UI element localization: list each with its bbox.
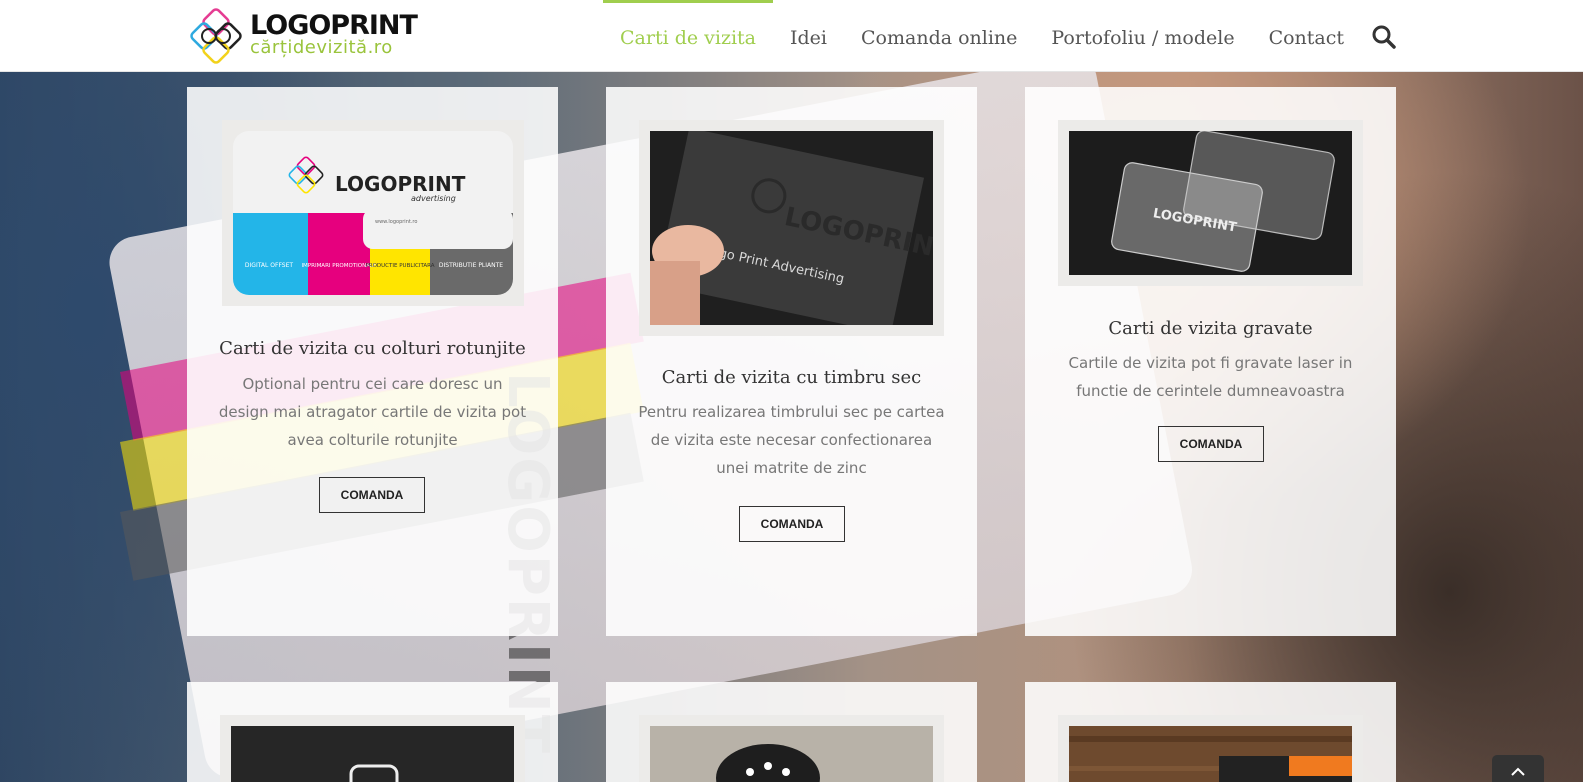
dry-stamp-card-image: LOGOPRINT Logo Print Advertising [650,131,933,325]
rounded-card-image: LOGOPRINT advertising www.logoprint.ro D… [233,131,513,295]
card1-image-segment-1: DIGITAL OFFSET [245,262,293,269]
service-card-dry-stamp: LOGOPRINT Logo Print Advertising Carti d… [606,87,977,636]
card-description: Cartile de vizita pot fi gravate laser i… [1068,354,1353,400]
nav-item-portofoliu[interactable]: Portofoliu / modele [1034,0,1251,72]
card1-image-segment-4: DISTRIBUTIE PLIANTE [439,262,503,269]
logo-subtitle: cărțidevizită.ro [250,37,393,58]
nav-item-contact[interactable]: Contact [1252,0,1361,72]
site-logo[interactable]: LOGOPRINT cărțidevizită.ro [188,8,433,66]
logo-title: LOGOPRINT [250,10,418,41]
card-image-frame: LOGOPRINT advertising www.logoprint.ro D… [222,120,524,306]
comanda-button[interactable]: COMANDA [319,477,425,513]
service-card-engraved: LOGOPRINT Carti de vizita gravate Cartil… [1025,87,1396,636]
nav-item-idei[interactable]: Idei [773,0,844,72]
scroll-to-top-button[interactable] [1492,755,1544,782]
logo-mark-icon [190,8,242,64]
chevron-up-icon [1511,767,1525,776]
card-image-frame: LOGOPRINT Logo Print Advertising [639,120,944,336]
service-card-row2-1 [187,682,558,782]
service-card-row2-2 [606,682,977,782]
service-card-row2-3 [1025,682,1396,782]
service-card-rounded-corners: LOGOPRINT advertising www.logoprint.ro D… [187,87,558,636]
search-icon[interactable] [1370,23,1398,51]
main-nav: Carti de vizita Idei Comanda online Port… [603,0,1361,72]
card1-image-tagline: advertising [411,194,456,203]
card-title: Carti de vizita cu colturi rotunjite [219,338,526,359]
row2-card1-image [231,726,514,782]
card-image-frame [639,715,944,782]
comanda-button[interactable]: COMANDA [1158,426,1264,462]
card1-image-url: www.logoprint.ro [375,219,417,225]
site-header: LOGOPRINT cărțidevizită.ro Carti de vizi… [0,0,1583,72]
engraved-card-image: LOGOPRINT [1069,131,1352,275]
card-title: Carti de vizita cu timbru sec [661,367,922,388]
card-description: Optional pentru cei care doresc un desig… [218,375,527,449]
card-image-frame [1058,715,1363,782]
card1-image-segment-3: PRODUCTIE PUBLICITARA [365,263,434,269]
comanda-button[interactable]: COMANDA [739,506,845,542]
card-image-frame [220,715,525,782]
card1-image-logo: LOGOPRINT [335,172,466,196]
row2-card2-image [650,726,933,782]
row2-card3-image [1069,726,1352,782]
card-description: Pentru realizarea timbrului sec pe carte… [638,403,945,477]
card-title: Carti de vizita gravate [1108,318,1313,339]
nav-item-carti-de-vizita[interactable]: Carti de vizita [603,0,774,72]
card-image-frame: LOGOPRINT [1058,120,1363,286]
nav-item-comanda-online[interactable]: Comanda online [844,0,1034,72]
